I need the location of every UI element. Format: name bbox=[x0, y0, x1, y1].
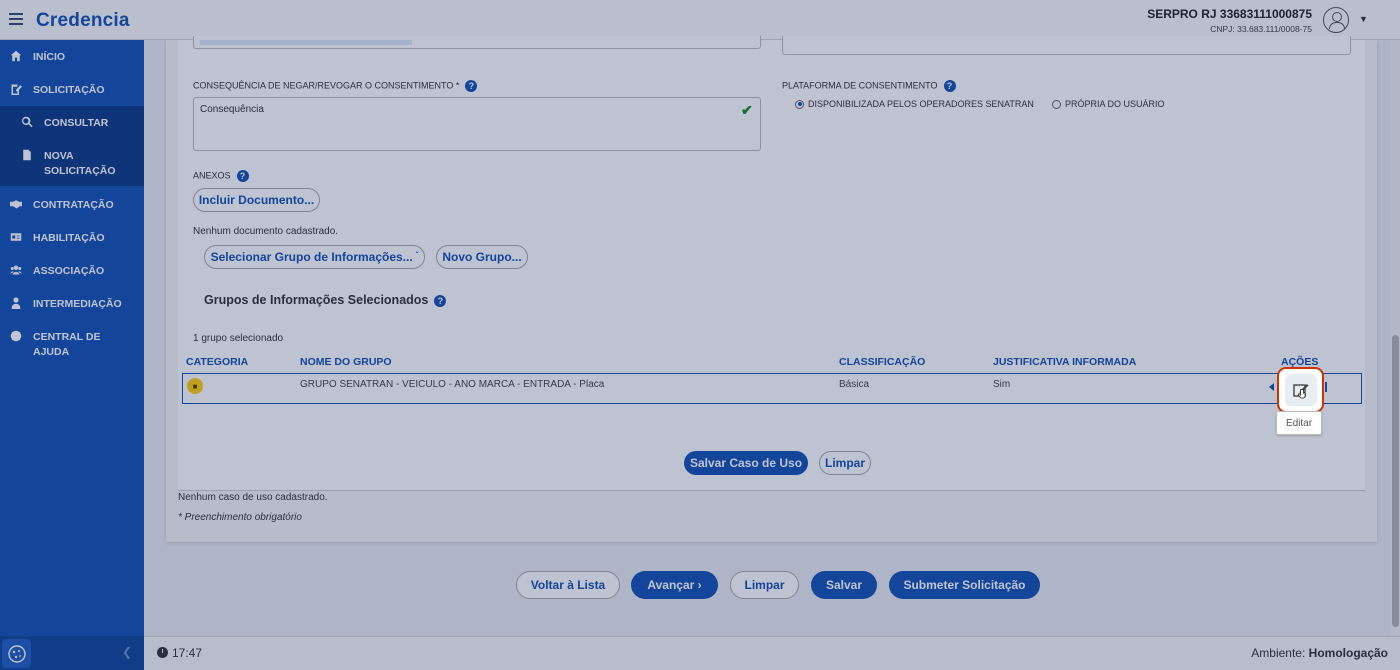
help-icon[interactable]: ? bbox=[465, 80, 478, 92]
submeter-solicitacao-button[interactable]: Submeter Solicitação bbox=[889, 571, 1040, 599]
sidebar-item-label: INÍCIO bbox=[33, 51, 66, 63]
sidebar-item-nova-solicitacao[interactable]: NOVA SOLICITAÇÃO bbox=[0, 149, 144, 179]
table-cell-justificativa: Sim bbox=[993, 379, 1011, 390]
chevron-down-icon: ˇ bbox=[415, 250, 419, 260]
table-cell-classificacao: Básica bbox=[839, 379, 870, 390]
sidebar-item-central-ajuda[interactable]: CENTRAL DE AJUDA bbox=[0, 330, 144, 360]
user-cnpj: CNPJ: 33.683.111/0008-75 bbox=[1210, 24, 1312, 34]
user-avatar-icon[interactable] bbox=[1323, 7, 1349, 33]
sidebar-item-inicio[interactable]: INÍCIO bbox=[0, 50, 144, 65]
previous-field-textarea-right[interactable] bbox=[782, 36, 1351, 55]
app-logo: Credencia bbox=[36, 10, 130, 31]
view-action-icon[interactable] bbox=[1269, 383, 1274, 391]
chevron-down-icon[interactable]: ▼ bbox=[1359, 14, 1368, 24]
nenhum-caso-text: Nenhum caso de uso cadastrado. bbox=[178, 492, 328, 503]
limpar-button[interactable]: Limpar bbox=[730, 571, 799, 599]
sidebar-item-habilitacao[interactable]: HABILITAÇÃO bbox=[0, 231, 144, 246]
app-footer bbox=[144, 636, 1400, 670]
sidebar-item-consultar[interactable]: CONSULTAR bbox=[0, 116, 144, 131]
incluir-documento-button[interactable]: Incluir Documento... bbox=[193, 188, 320, 212]
radio-selected-icon bbox=[795, 99, 804, 109]
sidebar-item-label: SOLICITAÇÃO bbox=[33, 84, 105, 96]
sidebar-item-label: CONSULTAR bbox=[44, 117, 109, 129]
handshake-icon bbox=[9, 198, 23, 210]
edit-doc-icon bbox=[9, 83, 23, 95]
cookie-settings-icon[interactable] bbox=[2, 639, 31, 668]
vehicle-category-icon: ■ bbox=[187, 378, 203, 394]
search-icon bbox=[20, 116, 34, 128]
sidebar-item-label: NOVA SOLICITAÇÃO bbox=[44, 150, 116, 177]
edit-icon bbox=[1292, 384, 1308, 399]
sidebar-item-label: ASSOCIAÇÃO bbox=[33, 265, 105, 277]
id-card-icon bbox=[9, 231, 23, 243]
clock-icon bbox=[157, 647, 168, 658]
radio-propria-usuario[interactable]: PRÓPRIA DO USUÁRIO bbox=[1052, 99, 1165, 109]
users-icon bbox=[9, 264, 23, 276]
obrigatorio-note: * Preenchimento obrigatório bbox=[178, 512, 302, 523]
help-icon[interactable]: ? bbox=[236, 170, 249, 182]
sidebar-item-label: HABILITAÇÃO bbox=[33, 232, 105, 244]
help-icon[interactable]: ? bbox=[434, 294, 447, 307]
limpar-caso-button[interactable]: Limpar bbox=[819, 451, 871, 475]
sidebar-item-intermediacao[interactable]: INTERMEDIAÇÃO bbox=[0, 297, 144, 312]
user-name: SERPRO RJ 33683111000875 bbox=[1147, 7, 1312, 21]
collapse-sidebar-icon[interactable]: ❮ bbox=[122, 645, 132, 659]
salvar-caso-uso-button[interactable]: Salvar Caso de Uso bbox=[684, 451, 808, 475]
sidebar-item-associacao[interactable]: ASSOCIAÇÃO bbox=[0, 264, 144, 279]
sidebar-item-label: CONTRATAÇÃO bbox=[33, 199, 114, 211]
sidebar-item-contratacao[interactable]: CONTRATAÇÃO bbox=[0, 198, 144, 213]
check-icon: ✔ bbox=[741, 102, 753, 118]
edit-button-inner bbox=[1284, 374, 1317, 406]
novo-grupo-button[interactable]: Novo Grupo... bbox=[436, 245, 528, 269]
edit-tooltip: Editar bbox=[1276, 411, 1322, 435]
table-cell-nome: GRUPO SENATRAN - VEICULO - ANO MARCA - E… bbox=[300, 379, 605, 390]
col-header-categoria: CATEGORIA bbox=[186, 356, 249, 368]
scrollbar-thumb[interactable] bbox=[1392, 335, 1399, 627]
anexos-label: ANEXOS? bbox=[193, 170, 249, 182]
sidebar-item-solicitacao[interactable]: SOLICITAÇÃO bbox=[0, 83, 144, 98]
nenhum-documento-text: Nenhum documento cadastrado. bbox=[193, 226, 339, 237]
grupos-section-title: Grupos de Informações Selecionados? bbox=[204, 293, 447, 307]
home-icon bbox=[9, 50, 23, 62]
help-icon[interactable]: ? bbox=[943, 80, 956, 92]
question-circle-icon bbox=[9, 330, 23, 342]
voltar-lista-button[interactable]: Voltar à Lista bbox=[516, 571, 620, 599]
salvar-button[interactable]: Salvar bbox=[811, 571, 877, 599]
radio-disponibilizada[interactable]: DISPONIBILIZADA PELOS OPERADORES SENATRA… bbox=[795, 99, 1034, 109]
col-header-nome-grupo: NOME DO GRUPO bbox=[300, 356, 392, 368]
sidebar-item-label: INTERMEDIAÇÃO bbox=[33, 298, 122, 310]
selecionar-grupo-dropdown[interactable]: Selecionar Grupo de Informações... ˇ bbox=[204, 245, 425, 269]
user-tie-icon bbox=[9, 297, 23, 309]
consequencia-label: CONSEQUÊNCIA DE NEGAR/REVOGAR O CONSENTI… bbox=[193, 80, 478, 92]
hamburger-menu-icon[interactable] bbox=[9, 13, 23, 25]
environment-indicator: Ambiente: Homologação bbox=[1251, 646, 1388, 660]
delete-action-icon[interactable] bbox=[1325, 382, 1327, 392]
grupos-count-text: 1 grupo selecionado bbox=[193, 333, 284, 344]
edit-button[interactable] bbox=[1277, 367, 1324, 413]
col-header-classificacao: CLASSIFICAÇÃO bbox=[839, 356, 926, 368]
previous-field-chip bbox=[200, 40, 412, 45]
col-header-justificativa: JUSTIFICATIVA INFORMADA bbox=[993, 356, 1137, 368]
sidebar-item-label: CENTRAL DE AJUDA bbox=[33, 331, 101, 358]
consequencia-textarea[interactable]: Consequência bbox=[193, 97, 761, 151]
session-time: 17:47 bbox=[172, 646, 203, 660]
radio-unselected-icon bbox=[1052, 99, 1061, 109]
avancar-button[interactable]: Avançar › bbox=[631, 571, 718, 599]
plataforma-label: PLATAFORMA DE CONSENTIMENTO? bbox=[782, 80, 956, 92]
